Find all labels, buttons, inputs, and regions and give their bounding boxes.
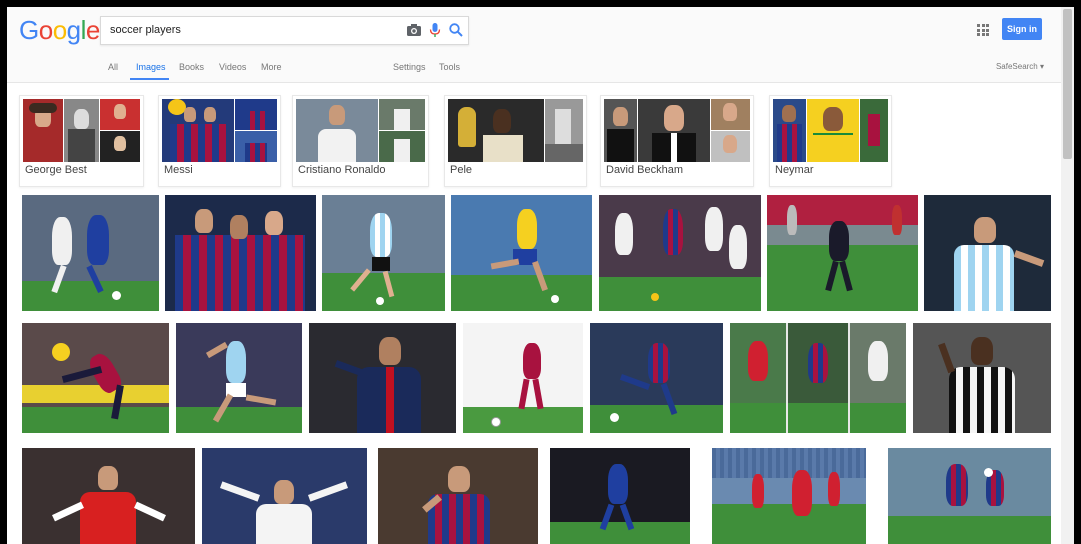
- image-result[interactable]: [322, 195, 445, 311]
- image-result[interactable]: [22, 323, 169, 433]
- related-thumbnail: [604, 99, 750, 162]
- related-label: Messi: [164, 164, 193, 176]
- related-search-george-best[interactable]: George Best: [19, 95, 144, 187]
- image-result[interactable]: [22, 195, 159, 311]
- apps-grid-icon[interactable]: [977, 24, 989, 36]
- tab-more[interactable]: More: [261, 62, 282, 72]
- related-thumbnail: [23, 99, 140, 162]
- image-result[interactable]: [451, 195, 592, 311]
- related-thumbnail: [773, 99, 888, 162]
- tab-settings[interactable]: Settings: [393, 62, 426, 72]
- image-result[interactable]: [712, 448, 866, 544]
- tab-tools[interactable]: Tools: [439, 62, 460, 72]
- google-header: Google All Images Books: [7, 7, 1074, 83]
- image-result[interactable]: [767, 195, 918, 311]
- vertical-scrollbar[interactable]: [1061, 7, 1074, 544]
- related-search-cristiano-ronaldo[interactable]: Cristiano Ronaldo: [292, 95, 429, 187]
- scrollbar-thumb[interactable]: [1063, 9, 1072, 159]
- image-result[interactable]: [590, 323, 723, 433]
- related-search-david-beckham[interactable]: David Beckham: [600, 95, 754, 187]
- image-result[interactable]: [309, 323, 456, 433]
- search-box: [100, 16, 469, 45]
- image-result[interactable]: [924, 195, 1051, 311]
- related-thumbnail: [296, 99, 425, 162]
- image-result[interactable]: [913, 323, 1051, 433]
- search-input[interactable]: [110, 22, 390, 38]
- search-icon[interactable]: [448, 22, 464, 38]
- image-result[interactable]: [202, 448, 367, 544]
- image-result[interactable]: [22, 448, 195, 544]
- related-label: Cristiano Ronaldo: [298, 164, 386, 176]
- image-result[interactable]: [463, 323, 583, 433]
- google-logo[interactable]: Google: [19, 15, 100, 46]
- related-label: David Beckham: [606, 164, 684, 176]
- related-search-messi[interactable]: Messi: [158, 95, 281, 187]
- image-result[interactable]: [378, 448, 538, 544]
- related-search-neymar[interactable]: Neymar: [769, 95, 892, 187]
- camera-icon[interactable]: [406, 22, 422, 38]
- image-result[interactable]: [550, 448, 690, 544]
- image-result[interactable]: [599, 195, 761, 311]
- related-thumbnail: [162, 99, 277, 162]
- related-thumbnail: [448, 99, 583, 162]
- browser-page: Google All Images Books: [7, 7, 1074, 544]
- search-tabs: All Images Books Videos More Settings To…: [7, 56, 1074, 82]
- tab-videos[interactable]: Videos: [219, 62, 246, 72]
- tab-all[interactable]: All: [108, 62, 118, 72]
- tab-books[interactable]: Books: [179, 62, 204, 72]
- related-label: Pele: [450, 164, 473, 176]
- image-result[interactable]: [176, 323, 302, 433]
- sign-in-button[interactable]: Sign in: [1002, 18, 1042, 40]
- related-search-pele[interactable]: Pele: [444, 95, 587, 187]
- safesearch-dropdown[interactable]: SafeSearch ▾: [996, 62, 1044, 71]
- related-label: George Best: [25, 164, 87, 176]
- microphone-icon[interactable]: [427, 22, 443, 38]
- image-result[interactable]: [165, 195, 316, 311]
- image-result[interactable]: [730, 323, 906, 433]
- image-result[interactable]: [888, 448, 1051, 544]
- tab-images[interactable]: Images: [136, 62, 166, 72]
- related-label: Neymar: [775, 164, 814, 176]
- active-tab-indicator: [130, 78, 169, 80]
